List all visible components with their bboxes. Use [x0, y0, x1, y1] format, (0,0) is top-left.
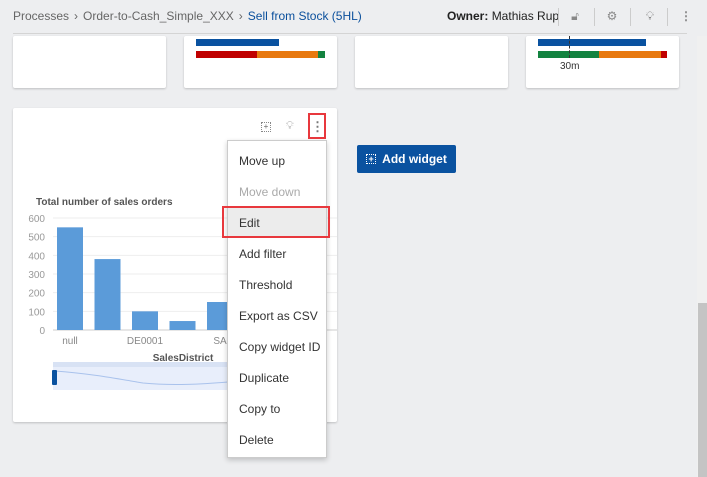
- bar[interactable]: [57, 227, 83, 330]
- menu-item-move-down: Move down: [239, 185, 301, 199]
- bar-segment: [257, 51, 318, 58]
- menu-item-duplicate[interactable]: Duplicate: [228, 363, 326, 393]
- menu-item-delete[interactable]: Delete: [228, 425, 326, 455]
- highlight-box: [222, 206, 330, 238]
- widget-context-menu: Move up Move down Edit Add filter Threshold E…: [227, 140, 327, 458]
- add-widget-button[interactable]: + Add widget: [357, 145, 456, 173]
- chevron-right-icon: ›: [238, 9, 243, 23]
- bar-segment: [661, 51, 667, 58]
- add-icon: +: [366, 154, 377, 164]
- widget-card-3: [355, 36, 508, 88]
- y-tick-label: 200: [28, 289, 45, 300]
- menu-item-copy-widget-id[interactable]: Copy widget ID: [228, 332, 326, 362]
- bar-segment: [599, 51, 661, 58]
- highlight-box: [308, 113, 326, 139]
- divider: [667, 8, 668, 26]
- menu-item-copy-to[interactable]: Copy to: [228, 394, 326, 424]
- y-tick-label: 400: [28, 251, 45, 262]
- breadcrumb-process[interactable]: Order-to-Cash_Simple_XXX: [83, 9, 234, 23]
- chart-title: Total number of sales orders: [36, 197, 173, 208]
- menu-item-threshold[interactable]: Threshold: [228, 270, 326, 300]
- bar[interactable]: [94, 259, 121, 330]
- settings-icon[interactable]: ⚙︎: [604, 8, 620, 24]
- y-tick-label: 100: [28, 307, 45, 318]
- divider: [630, 8, 631, 26]
- menu-item-move-up[interactable]: Move up: [228, 146, 326, 176]
- owner-label: Owner:: [447, 9, 489, 23]
- chevron-right-icon: ›: [74, 9, 79, 23]
- widget-card-2: [184, 36, 337, 88]
- divider: [558, 8, 559, 26]
- x-tick-label: DE0001: [127, 336, 164, 347]
- bar-segment: [318, 51, 325, 58]
- menu-item-add-filter[interactable]: Add filter: [228, 239, 326, 269]
- bar[interactable]: [132, 311, 158, 330]
- y-tick-label: 500: [28, 233, 45, 244]
- more-vertical-icon[interactable]: ⋮: [678, 8, 694, 24]
- breadcrumb-processes[interactable]: Processes: [13, 9, 69, 23]
- y-tick-label: 300: [28, 270, 45, 281]
- lightbulb-icon[interactable]: 💡︎: [642, 8, 658, 24]
- range-slider-handle[interactable]: [52, 370, 57, 385]
- widget-card-4: 30m: [526, 36, 679, 88]
- owner-name: Mathias Rup: [491, 9, 560, 23]
- header-divider: [13, 33, 687, 34]
- y-tick-label: 600: [28, 214, 45, 225]
- breadcrumb-current: Sell from Stock (5HL): [247, 9, 362, 23]
- bar-segment: [196, 39, 279, 46]
- bar-segment: [538, 39, 646, 46]
- owner: Owner: Mathias Rup: [447, 9, 559, 23]
- duration-label: 30m: [560, 61, 580, 72]
- scrollbar-thumb[interactable]: [698, 303, 707, 477]
- bar[interactable]: [169, 321, 196, 330]
- header: Processes › Order-to-Cash_Simple_XXX › Sel…: [0, 0, 697, 34]
- widget-card-1: [13, 36, 166, 88]
- y-tick-label: 0: [39, 326, 45, 337]
- add-widget-label: Add widget: [382, 152, 447, 166]
- bar-segment: [196, 51, 257, 58]
- lock-icon[interactable]: 🔓︎: [567, 8, 583, 24]
- target-marker: [569, 36, 570, 58]
- menu-item-export-as-csv[interactable]: Export as CSV: [228, 301, 326, 331]
- x-tick-label: SA: [213, 336, 227, 347]
- divider: [594, 8, 595, 26]
- breadcrumb: Processes › Order-to-Cash_Simple_XXX › Sel…: [13, 9, 362, 23]
- x-tick-label: null: [62, 336, 78, 347]
